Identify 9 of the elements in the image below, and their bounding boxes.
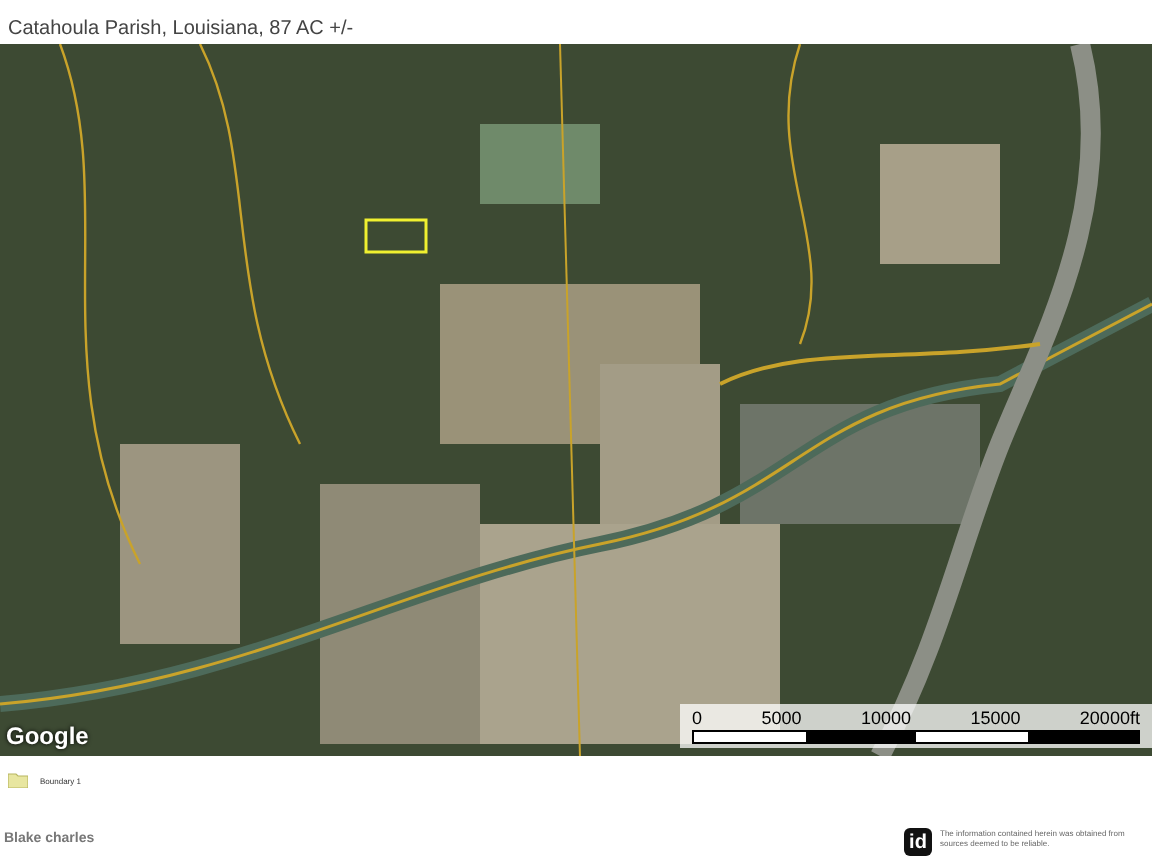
map-attribution: Google bbox=[6, 722, 89, 750]
property-subtitle: Catahoula Parish, Louisiana, 87 AC +/- bbox=[8, 18, 354, 40]
scale-label: 10000 bbox=[860, 708, 911, 728]
scale-label: 5000 bbox=[761, 708, 802, 728]
folder-icon bbox=[8, 772, 28, 788]
scale-label: 20000ft bbox=[1079, 708, 1140, 728]
scale-label: 15000 bbox=[970, 708, 1021, 728]
brand-logo: id bbox=[904, 828, 932, 856]
scale-label: 0 bbox=[692, 708, 703, 728]
